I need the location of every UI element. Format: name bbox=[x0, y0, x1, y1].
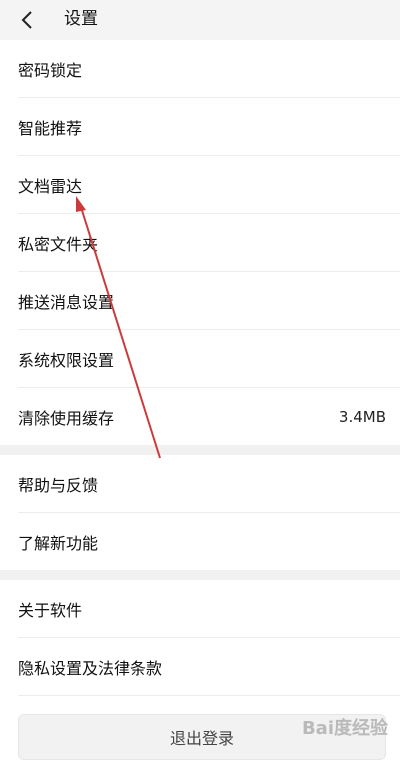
settings-item-label: 智能推荐 bbox=[18, 118, 83, 138]
settings-item-label: 了解新功能 bbox=[18, 533, 99, 553]
section-divider bbox=[0, 570, 400, 580]
top-bar: 设置 bbox=[0, 0, 400, 40]
settings-item-label: 清除使用缓存 bbox=[18, 408, 115, 428]
settings-item-password-lock[interactable]: 密码锁定 bbox=[18, 40, 400, 98]
settings-item-privacy-legal[interactable]: 隐私设置及法律条款 bbox=[18, 638, 400, 696]
chevron-left-icon bbox=[21, 11, 32, 29]
section-divider bbox=[0, 445, 400, 455]
settings-item-help-feedback[interactable]: 帮助与反馈 bbox=[18, 455, 400, 513]
settings-item-about[interactable]: 关于软件 bbox=[18, 580, 400, 638]
settings-item-label: 密码锁定 bbox=[18, 60, 83, 80]
settings-item-label: 帮助与反馈 bbox=[18, 475, 99, 495]
settings-item-label: 文档雷达 bbox=[18, 176, 83, 196]
settings-item-private-folder[interactable]: 私密文件夹 bbox=[18, 214, 400, 272]
settings-list: 密码锁定 智能推荐 文档雷达 私密文件夹 推送消息设置 系统权限设置 清除使用缓… bbox=[0, 40, 400, 696]
settings-item-smart-recommend[interactable]: 智能推荐 bbox=[18, 98, 400, 156]
cache-size-value: 3.4MB bbox=[338, 407, 386, 426]
settings-item-document-radar[interactable]: 文档雷达 bbox=[18, 156, 400, 214]
settings-item-push-notifications[interactable]: 推送消息设置 bbox=[18, 272, 400, 330]
settings-item-system-permissions[interactable]: 系统权限设置 bbox=[18, 330, 400, 388]
settings-item-clear-cache[interactable]: 清除使用缓存 3.4MB bbox=[18, 388, 400, 445]
logout-section: 退出登录 bbox=[0, 700, 400, 768]
settings-item-new-features[interactable]: 了解新功能 bbox=[18, 513, 400, 570]
settings-item-label: 私密文件夹 bbox=[18, 234, 99, 254]
settings-item-label: 系统权限设置 bbox=[18, 350, 115, 370]
back-button[interactable] bbox=[10, 4, 44, 36]
settings-item-label: 隐私设置及法律条款 bbox=[18, 658, 163, 678]
settings-item-label: 关于软件 bbox=[18, 600, 83, 620]
logout-button[interactable]: 退出登录 bbox=[18, 714, 386, 760]
settings-item-label: 推送消息设置 bbox=[18, 292, 115, 312]
page-title: 设置 bbox=[64, 9, 98, 29]
